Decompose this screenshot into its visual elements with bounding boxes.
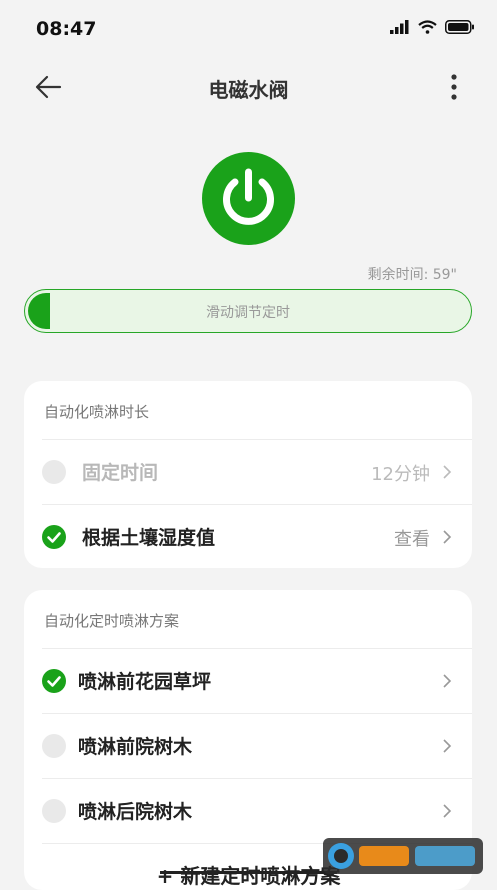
check-icon (47, 532, 61, 543)
more-button[interactable] (447, 72, 461, 102)
nav-header: 电磁水阀 (0, 60, 497, 118)
schedule-label: 喷淋后院树木 (78, 801, 193, 823)
schedule-label: 喷淋前花园草坪 (78, 671, 212, 693)
duration-card: 自动化喷淋时长 固定时间 12分钟 根据土壤湿度值 查看 (24, 381, 472, 568)
schedule-front-yard-trees[interactable]: 喷淋前院树木 (42, 714, 454, 778)
radio-checked[interactable] (42, 525, 66, 549)
radio-unchecked[interactable] (42, 460, 66, 484)
timer-slider[interactable]: 滑动调节定时 (24, 289, 472, 333)
power-icon (223, 168, 274, 225)
slider-label: 滑动调节定时 (206, 305, 290, 321)
schedule-front-lawn[interactable]: 喷淋前花园草坪 (42, 649, 454, 713)
option-label: 固定时间 (82, 462, 159, 484)
check-icon (47, 676, 61, 687)
more-vertical-icon (451, 74, 457, 100)
chevron-right-icon (443, 465, 452, 479)
card-title: 自动化喷淋时长 (44, 403, 150, 421)
wifi-icon (418, 20, 437, 34)
option-fixed-time[interactable]: 固定时间 12分钟 (42, 440, 454, 504)
chevron-right-icon (443, 739, 452, 753)
watermark-logo (323, 838, 483, 874)
option-value: 查看 (394, 529, 430, 550)
status-time: 08:47 (36, 18, 97, 40)
option-soil-moisture[interactable]: 根据土壤湿度值 查看 (42, 505, 454, 569)
signal-icon (390, 20, 409, 34)
chevron-right-icon (443, 804, 452, 818)
remaining-time: 剩余时间: 59" (367, 267, 457, 283)
status-icons (390, 20, 475, 34)
option-value: 12分钟 (371, 464, 430, 485)
radio-unchecked[interactable] (42, 734, 66, 758)
radio-checked[interactable] (42, 669, 66, 693)
chevron-right-icon (443, 530, 452, 544)
option-label: 根据土壤湿度值 (82, 527, 216, 549)
schedule-back-yard-trees[interactable]: 喷淋后院树木 (42, 779, 454, 843)
card-title: 自动化定时喷淋方案 (44, 612, 180, 630)
status-bar: 08:47 (0, 0, 497, 60)
battery-icon (445, 20, 474, 34)
page-title: 电磁水阀 (208, 78, 289, 102)
radio-unchecked[interactable] (42, 799, 66, 823)
power-button[interactable] (202, 152, 295, 245)
chevron-right-icon (443, 674, 452, 688)
schedule-label: 喷淋前院树木 (78, 736, 193, 758)
